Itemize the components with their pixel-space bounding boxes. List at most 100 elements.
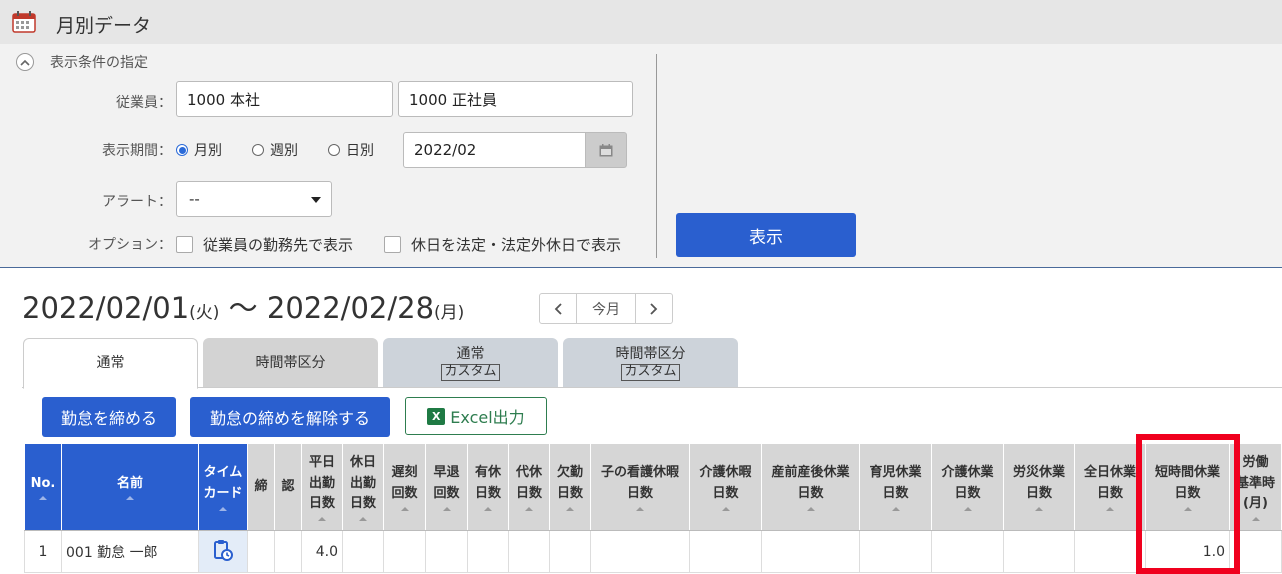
sort-icon[interactable] — [636, 506, 644, 511]
this-month-button[interactable]: 今月 — [576, 294, 636, 323]
month-input[interactable]: 2022/02 — [403, 132, 586, 168]
alert-select[interactable]: -- — [176, 181, 332, 217]
column-header[interactable]: 欠勤 日数 — [549, 443, 591, 531]
cell — [425, 530, 468, 573]
column-header-label: 認 — [281, 478, 295, 494]
column-header[interactable]: 平日 出勤 日数 — [301, 443, 343, 531]
sort-icon[interactable] — [39, 496, 47, 501]
employee-type-field[interactable]: 1000 正社員 — [398, 81, 633, 117]
excel-export-button[interactable]: X Excel出力 — [405, 397, 547, 435]
sort-icon[interactable] — [963, 506, 972, 511]
radio-daily[interactable]: 日別 — [328, 140, 374, 160]
column-header[interactable]: 子の看護休暇 日数 — [590, 443, 690, 531]
column-header-label: 締 — [254, 478, 268, 494]
month-navigation: 今月 — [539, 293, 673, 324]
collapse-button[interactable] — [16, 53, 34, 71]
sort-icon[interactable] — [484, 506, 492, 511]
cell-weekday-days: 4.0 — [301, 530, 343, 573]
option-workplace-checkbox[interactable]: 従業員の勤務先で表示 — [176, 234, 353, 255]
sort-icon[interactable] — [318, 517, 326, 522]
column-header[interactable]: 代休 日数 — [508, 443, 550, 531]
excel-icon: X — [427, 407, 446, 425]
title-bar: 月別データ — [0, 0, 1282, 44]
sort-icon[interactable] — [219, 506, 227, 511]
column-header-label: 欠勤 日数 — [556, 465, 583, 501]
sort-icon[interactable] — [1106, 506, 1114, 511]
checkbox-box — [384, 236, 401, 253]
dropdown-caret-icon — [311, 197, 321, 203]
sort-icon[interactable] — [525, 506, 533, 511]
column-header[interactable]: No. — [24, 443, 62, 531]
range-separator: 〜 — [228, 291, 258, 325]
sort-icon[interactable] — [721, 506, 730, 511]
chevron-right-icon — [650, 302, 658, 315]
column-header-label: 早退 回数 — [433, 465, 460, 501]
column-header[interactable]: 介護休業 日数 — [931, 443, 1004, 531]
radio-label: 月別 — [194, 143, 222, 159]
sort-icon[interactable] — [891, 506, 900, 511]
sort-icon[interactable] — [566, 506, 574, 511]
tab-label: 時間帯区分 — [255, 354, 326, 371]
tab-sublabel: カスタム — [441, 364, 500, 381]
next-month-button[interactable] — [636, 294, 672, 323]
calendar-picker-button[interactable] — [585, 132, 627, 168]
close-attendance-button[interactable]: 勤怠を締める — [42, 397, 176, 437]
column-header[interactable]: タイム カード — [198, 443, 248, 531]
tab-timezone[interactable]: 時間帯区分 — [203, 338, 378, 388]
show-button[interactable]: 表示 — [676, 213, 856, 257]
column-header-label: 休日 出勤 日数 — [349, 454, 376, 512]
sort-icon[interactable] — [442, 506, 451, 511]
column-header[interactable]: 産前産後休業 日数 — [761, 443, 860, 531]
prev-month-button[interactable] — [540, 294, 576, 323]
alert-label: アラート： — [102, 194, 172, 210]
sort-icon[interactable] — [1035, 506, 1043, 511]
sort-icon[interactable] — [359, 517, 367, 522]
tab-normal[interactable]: 通常 — [23, 338, 198, 389]
cell — [1074, 530, 1146, 573]
column-header-label: 労災休業 日数 — [1012, 465, 1065, 501]
tab-timezone-custom[interactable]: 時間帯区分 カスタム — [563, 338, 738, 388]
cell — [1003, 530, 1075, 573]
alert-select-value: -- — [189, 190, 200, 208]
radio-weekly[interactable]: 週別 — [252, 140, 298, 160]
employee-office-field[interactable]: 1000 本社 — [176, 81, 393, 117]
tab-label: 通常 — [96, 355, 125, 372]
column-header[interactable]: 介護休暇 日数 — [689, 443, 762, 531]
cell-name[interactable]: 001 勤怠 一郎 — [61, 530, 199, 573]
sort-icon[interactable] — [400, 506, 409, 511]
column-header-label: タイム カード — [203, 465, 243, 501]
radio-monthly[interactable]: 月別 — [176, 140, 222, 160]
table-row[interactable]: 1 001 勤怠 一郎 4.0 1.0 — [24, 530, 1282, 573]
timecard-icon[interactable] — [213, 539, 233, 561]
radio-dot — [328, 144, 340, 156]
column-header[interactable]: 育児休業 日数 — [859, 443, 932, 531]
sort-icon[interactable] — [1251, 517, 1260, 522]
column-header[interactable]: 休日 出勤 日数 — [342, 443, 384, 531]
checkbox-label: 従業員の勤務先で表示 — [203, 236, 354, 254]
option-holiday-checkbox[interactable]: 休日を法定・法定外休日で表示 — [384, 234, 621, 255]
radio-label: 日別 — [346, 143, 374, 159]
column-header-label: 介護休業 日数 — [941, 465, 994, 501]
tab-sublabel: カスタム — [621, 364, 680, 381]
column-header[interactable]: 認 — [274, 443, 302, 531]
column-header-label: 平日 出勤 日数 — [308, 454, 335, 512]
timecard-cell[interactable] — [198, 530, 248, 573]
cell-approve — [274, 530, 302, 573]
column-header[interactable]: 遅刻 回数 — [383, 443, 426, 531]
column-header[interactable]: 早退 回数 — [425, 443, 468, 531]
unclose-attendance-button[interactable]: 勤怠の締めを解除する — [190, 397, 390, 437]
period-label: 表示期間： — [102, 143, 172, 159]
cell — [342, 530, 384, 573]
column-header[interactable]: 名前 — [61, 443, 199, 531]
column-header[interactable]: 締 — [247, 443, 275, 531]
tab-label: 通常 — [456, 346, 485, 363]
page-title: 月別データ — [56, 15, 152, 37]
column-header[interactable]: 有休 日数 — [467, 443, 509, 531]
sort-icon[interactable] — [126, 496, 134, 501]
tab-normal-custom[interactable]: 通常 カスタム — [383, 338, 558, 388]
sort-icon[interactable] — [806, 506, 815, 511]
column-header[interactable]: 労災休業 日数 — [1003, 443, 1075, 531]
cell — [508, 530, 550, 573]
column-header[interactable]: 全日休業 日数 — [1074, 443, 1146, 531]
divider — [656, 54, 657, 258]
